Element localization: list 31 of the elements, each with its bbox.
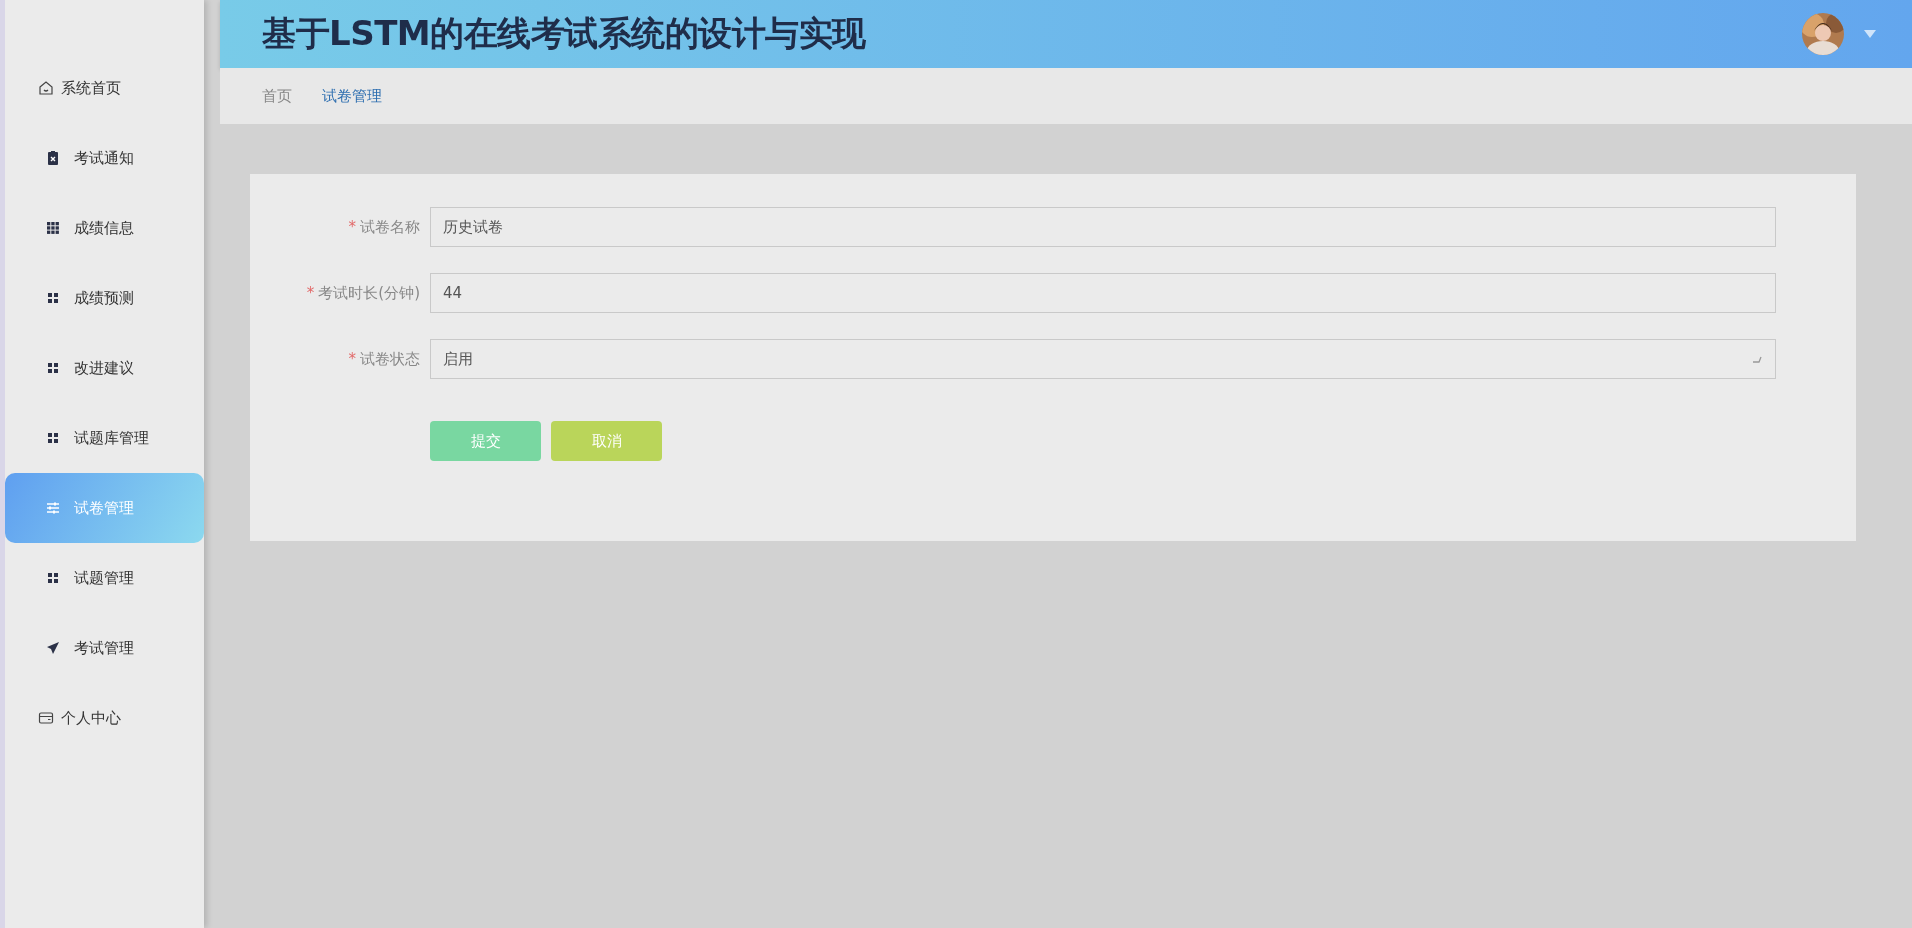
field-label: 试卷状态 bbox=[360, 349, 420, 368]
system-title: 基于LSTM的在线考试系统的设计与实现 bbox=[262, 12, 867, 55]
input-field[interactable]: 历史试卷 bbox=[430, 207, 1776, 247]
field-label: 考试时长(分钟) bbox=[318, 283, 420, 302]
select-field[interactable]: 启用 bbox=[430, 339, 1776, 379]
sidebar-item[interactable]: 成绩信息 bbox=[5, 193, 204, 263]
grid-icon bbox=[45, 290, 61, 306]
sliders-icon bbox=[45, 500, 61, 516]
sidebar-item[interactable]: 试题管理 bbox=[5, 543, 204, 613]
chevron-icon bbox=[1751, 354, 1763, 364]
field-label: 试卷名称 bbox=[360, 217, 420, 236]
required-mark: * bbox=[306, 283, 315, 302]
sidebar-item[interactable]: 个人中心 bbox=[5, 683, 204, 753]
breadcrumb-link[interactable]: 试卷管理 bbox=[322, 86, 382, 106]
grid-icon bbox=[45, 430, 61, 446]
required-mark: * bbox=[348, 217, 356, 236]
clipboard-icon bbox=[45, 150, 61, 166]
sidebar-item[interactable]: 成绩预测 bbox=[5, 263, 204, 333]
wallet-icon bbox=[38, 710, 54, 726]
input-field[interactable]: 44 bbox=[430, 273, 1776, 313]
grid-icon bbox=[45, 360, 61, 376]
send-icon bbox=[45, 640, 61, 656]
grid-icon bbox=[45, 570, 61, 586]
sidebar-item[interactable]: 试题库管理 bbox=[5, 403, 204, 473]
home-icon bbox=[38, 80, 54, 96]
sidebar-item[interactable]: 考试管理 bbox=[5, 613, 204, 683]
sidebar-item[interactable]: 考试通知 bbox=[5, 123, 204, 193]
sidebar-item[interactable]: 系统首页 bbox=[5, 53, 204, 123]
grid-icon bbox=[45, 220, 61, 236]
required-mark: * bbox=[348, 349, 356, 368]
sidebar-item[interactable]: 改进建议 bbox=[5, 333, 204, 403]
